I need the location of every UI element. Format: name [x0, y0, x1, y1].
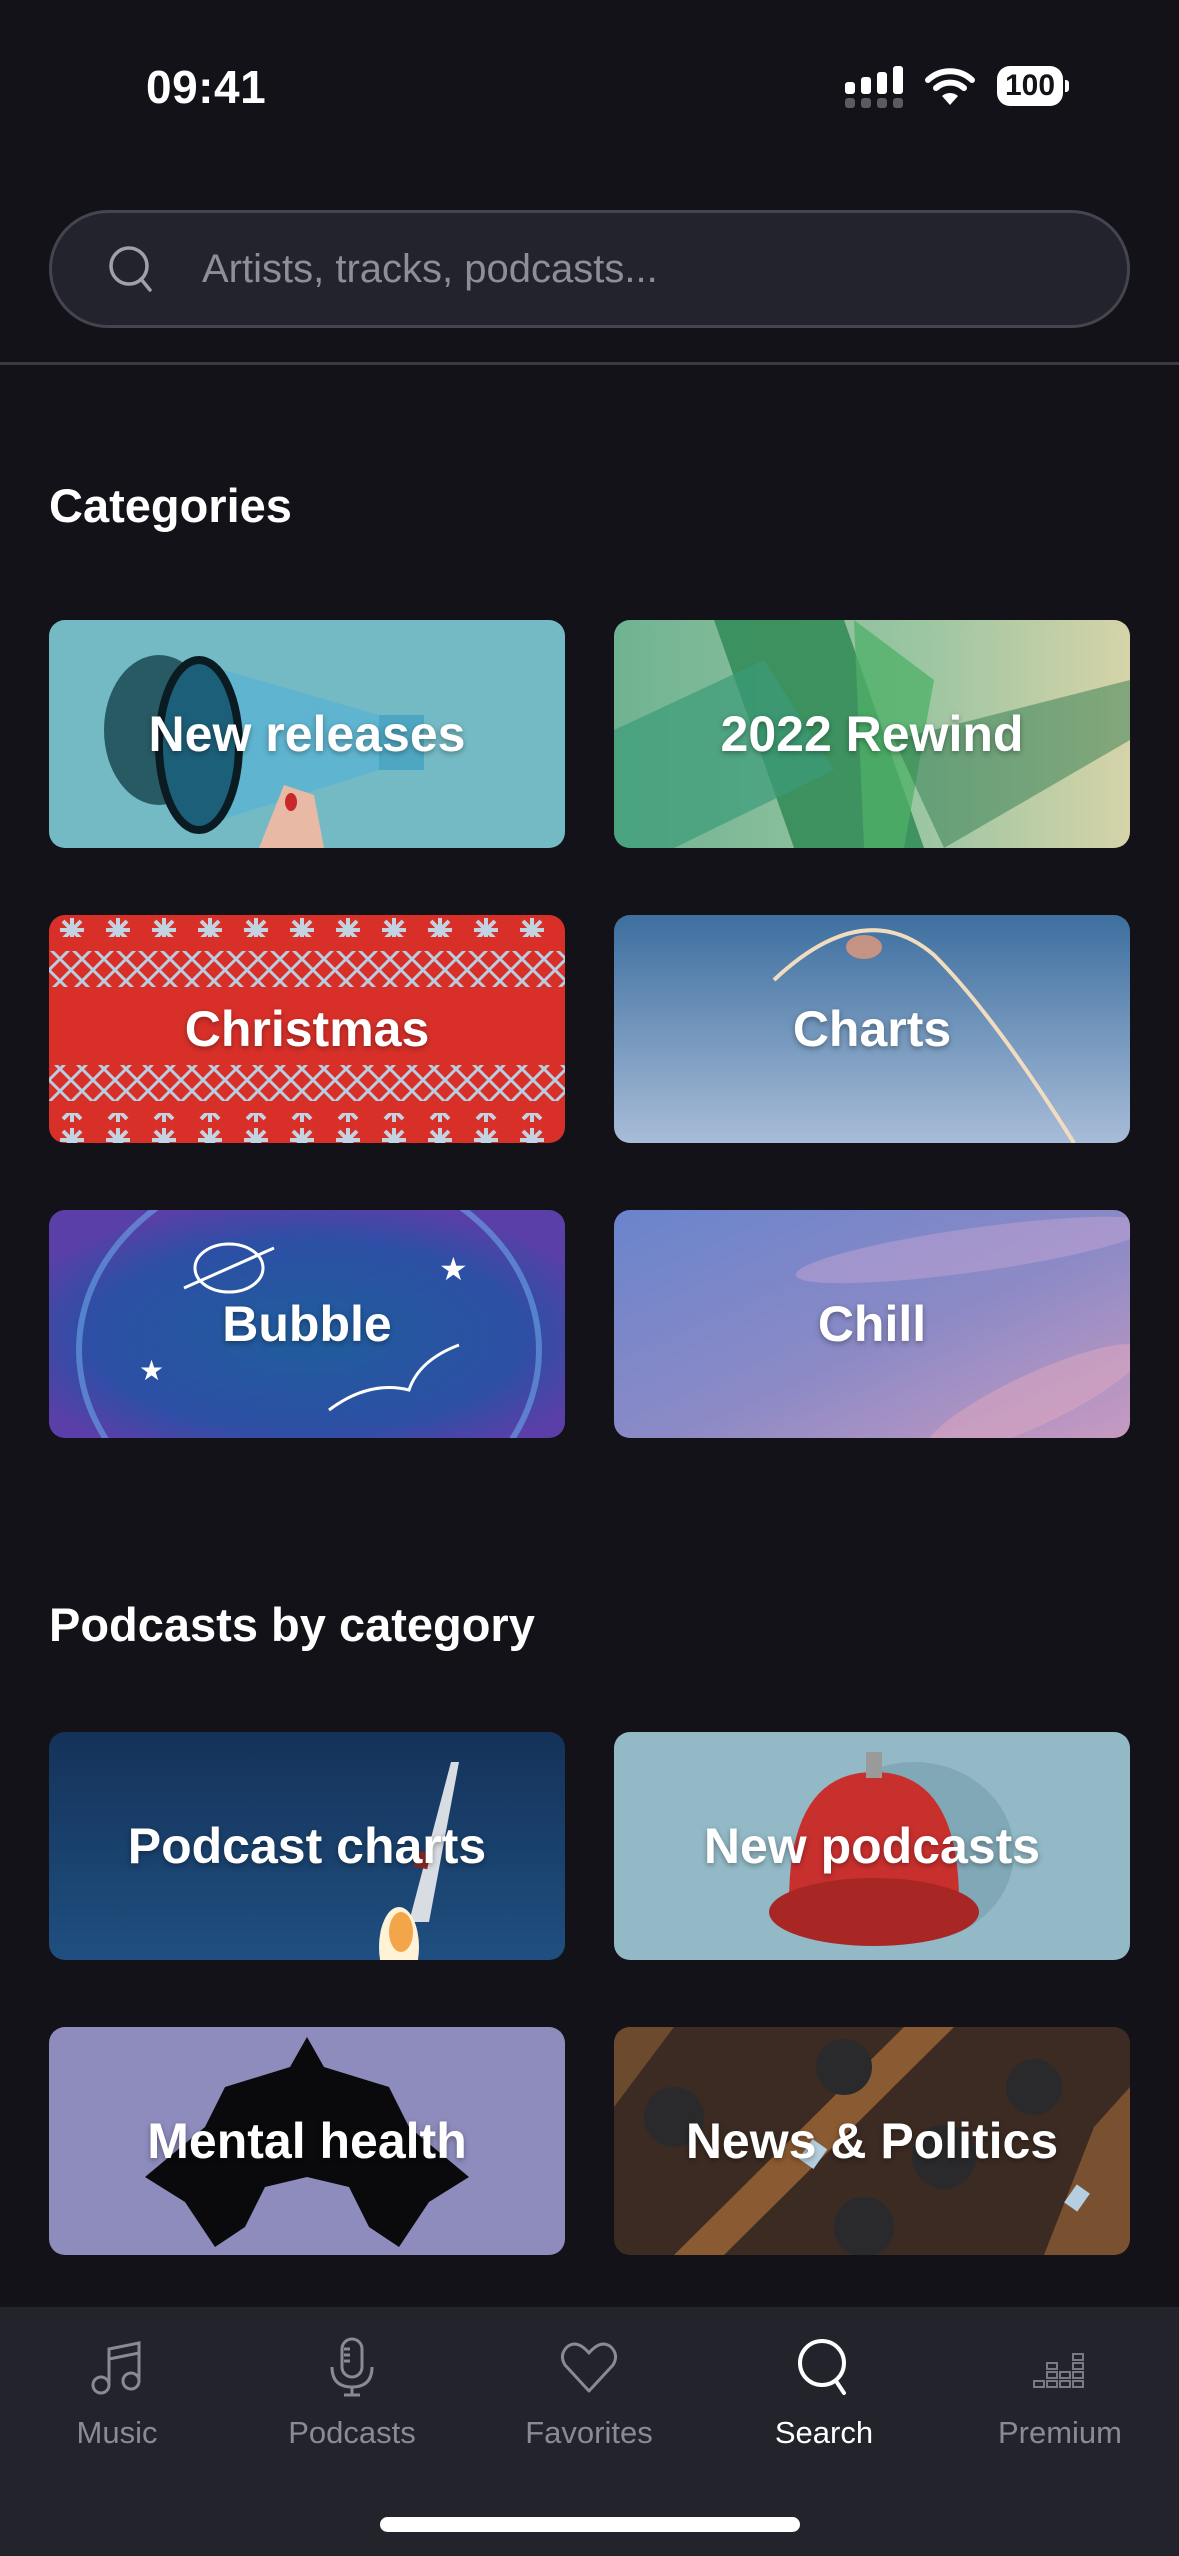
tile-label: Mental health — [147, 2113, 467, 2169]
category-tile-bubble[interactable]: ★ ★ Bubble — [49, 1210, 565, 1438]
microphone-icon — [330, 2337, 374, 2397]
tab-favorites[interactable]: Favorites — [489, 2335, 689, 2451]
tile-label: Charts — [792, 1001, 952, 1057]
cellular-signal-icon — [845, 64, 903, 108]
status-icons: 100 — [845, 64, 1070, 108]
categories-grid: New releases 2022 Rewind Christmas Chart… — [49, 620, 1130, 1438]
podcast-tile-news-politics[interactable]: News & Politics — [614, 2027, 1130, 2255]
search-bar[interactable] — [49, 210, 1130, 328]
svg-text:★: ★ — [139, 1355, 164, 1386]
tab-label: Music — [76, 2415, 158, 2450]
tile-label: New releases — [148, 706, 466, 762]
category-tile-christmas[interactable]: Christmas — [49, 915, 565, 1143]
podcasts-grid: Podcast charts New podcasts Mental healt… — [49, 1732, 1130, 2255]
tile-label: Bubble — [222, 1296, 392, 1352]
heart-icon — [560, 2342, 618, 2393]
svg-text:★: ★ — [439, 1251, 468, 1287]
tab-music[interactable]: Music — [17, 2335, 217, 2451]
wifi-icon — [925, 68, 975, 105]
tab-search[interactable]: Search — [724, 2335, 924, 2451]
battery-icon: 100 — [997, 66, 1070, 106]
equalizer-icon — [1033, 2353, 1084, 2388]
status-time: 09:41 — [146, 61, 267, 113]
category-tile-2022-rewind[interactable]: 2022 Rewind — [614, 620, 1130, 848]
music-note-icon — [91, 2341, 141, 2395]
tab-label: Search — [774, 2415, 874, 2450]
search-input[interactable] — [202, 246, 1127, 292]
tab-premium[interactable]: Premium — [960, 2335, 1160, 2451]
categories-heading: Categories — [49, 479, 292, 532]
battery-level: 100 — [997, 66, 1064, 106]
category-tile-new-releases[interactable]: New releases — [49, 620, 565, 848]
tile-label: Chill — [817, 1296, 927, 1352]
tab-label: Favorites — [525, 2415, 653, 2450]
tab-label: Premium — [997, 2415, 1122, 2450]
podcast-tile-podcast-charts[interactable]: Podcast charts — [49, 1732, 565, 1960]
tile-label: New podcasts — [703, 1818, 1041, 1874]
podcast-tile-mental-health[interactable]: Mental health — [49, 2027, 565, 2255]
podcast-tile-new-podcasts[interactable]: New podcasts — [614, 1732, 1130, 1960]
search-icon — [798, 2339, 846, 2395]
home-indicator — [380, 2517, 800, 2532]
header-divider — [0, 362, 1179, 365]
tile-label: Podcast charts — [127, 1818, 487, 1874]
search-icon — [109, 246, 152, 292]
tile-label: Christmas — [184, 1001, 430, 1057]
category-tile-charts[interactable]: Charts — [614, 915, 1130, 1143]
tab-label: Podcasts — [288, 2415, 416, 2450]
category-tile-chill[interactable]: Chill — [614, 1210, 1130, 1438]
podcasts-heading: Podcasts by category — [49, 1598, 535, 1651]
tab-podcasts[interactable]: Podcasts — [252, 2335, 452, 2451]
tile-label: News & Politics — [685, 2113, 1059, 2169]
tile-label: 2022 Rewind — [720, 706, 1024, 762]
